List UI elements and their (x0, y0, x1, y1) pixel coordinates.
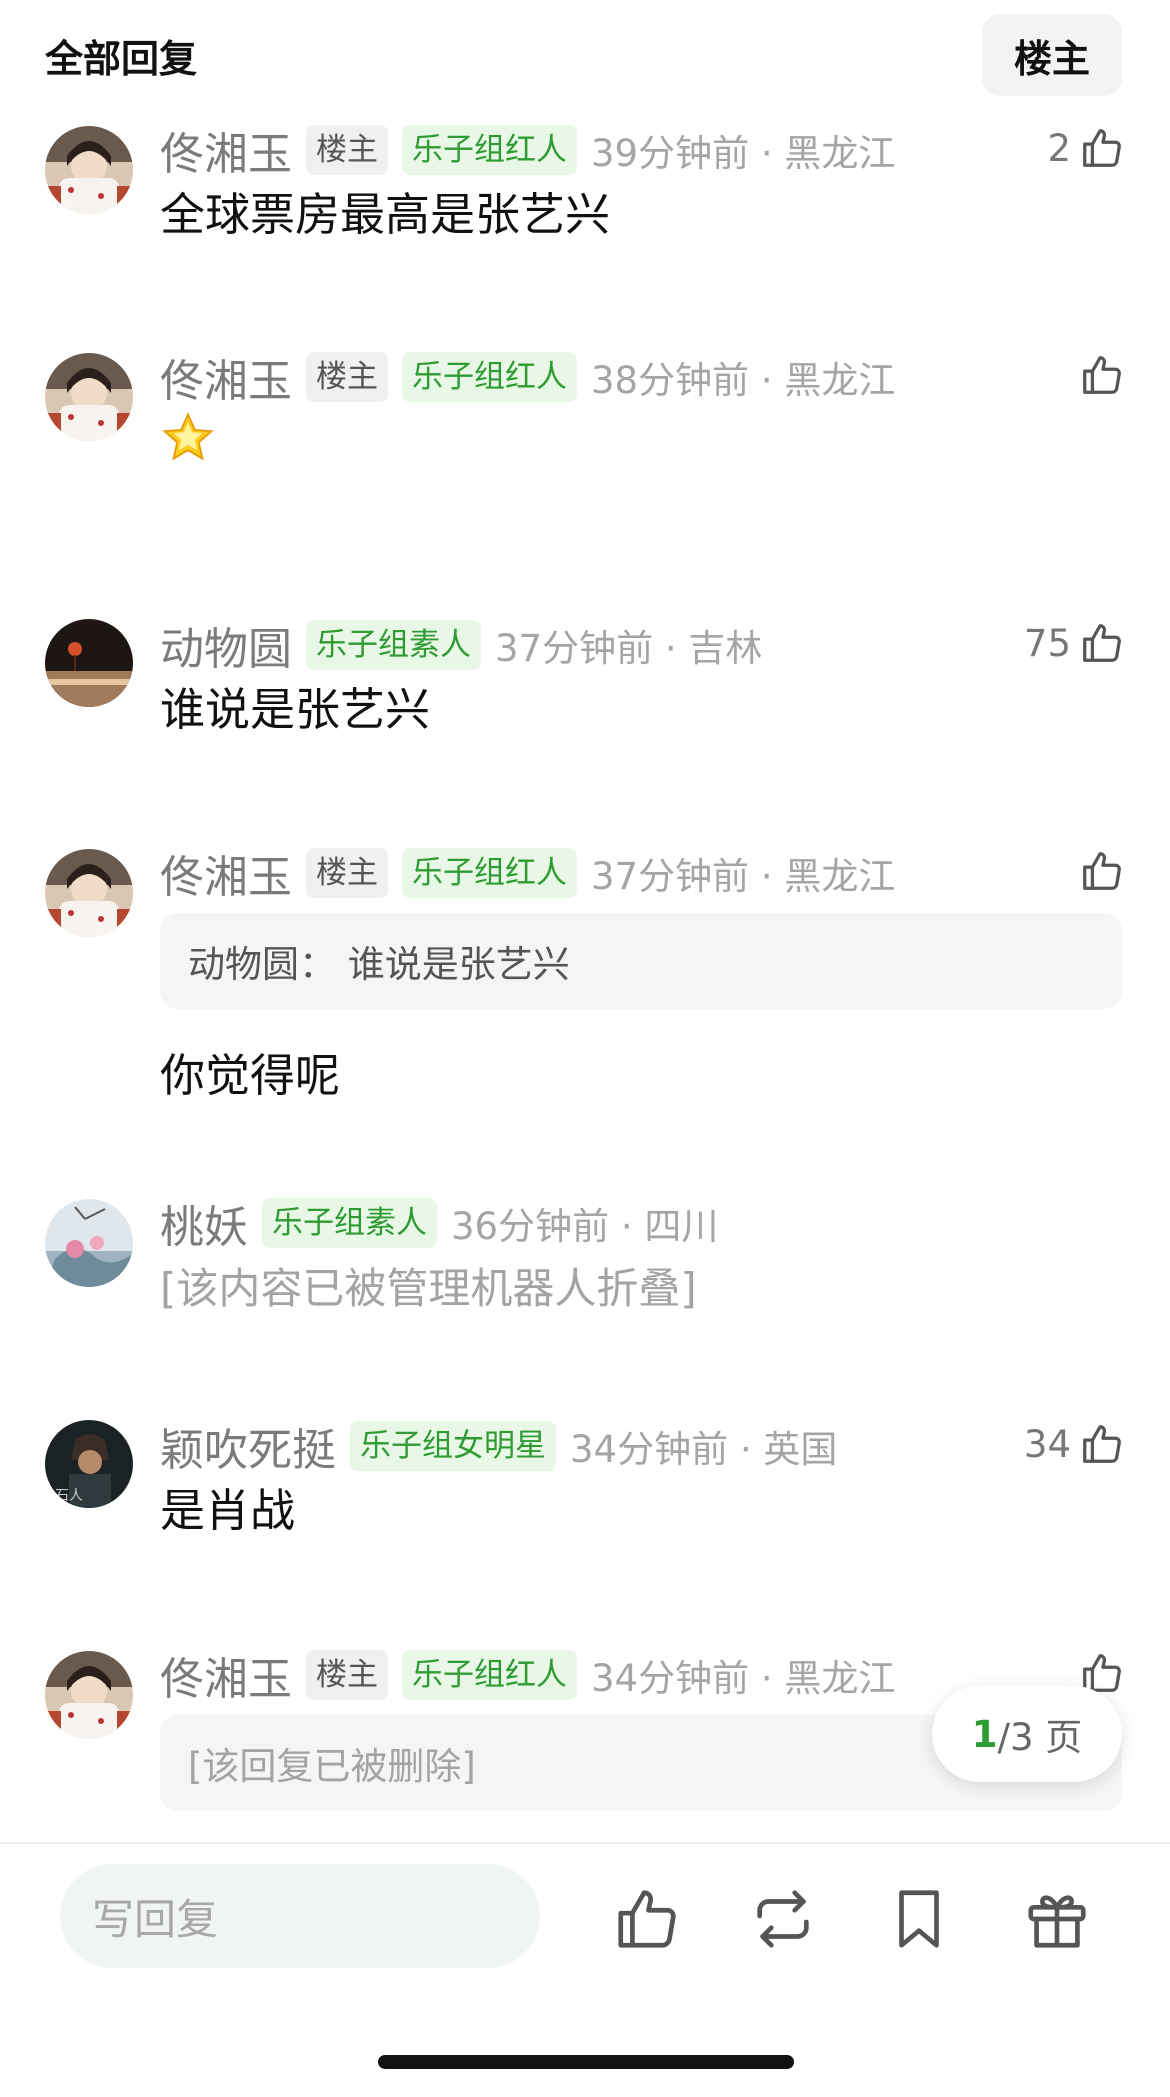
comment-text: 全球票房最高是张艺兴 (160, 188, 611, 241)
comment-time: 37分钟前 · 吉林 (495, 627, 763, 670)
avatar[interactable]: 石人 (45, 1420, 133, 1508)
avatar[interactable] (45, 353, 133, 441)
like-button[interactable]: 75 (1024, 615, 1125, 671)
avatar[interactable] (45, 1651, 133, 1739)
like-button[interactable]: 2 (1047, 120, 1125, 176)
op-only-filter-button[interactable]: 楼主 (982, 14, 1122, 96)
like-button[interactable] (1079, 843, 1125, 899)
comment-text: 谁说是张艺兴 (160, 683, 431, 736)
avatar[interactable] (45, 1199, 133, 1287)
comment-item: 石人 颖吹死挺 乐子组女明星 34分钟前 · 英国 34 是肖战 (0, 1416, 1170, 1537)
home-indicator (378, 2055, 794, 2069)
bookmark-icon[interactable] (884, 1884, 954, 1954)
thumbs-up-icon (1083, 1425, 1121, 1463)
comment-item: 桃妖 乐子组素人 36分钟前 · 四川 [该内容已被管理机器人折叠] (0, 1193, 1170, 1313)
comment-item: 佟湘玉 楼主 乐子组红人 37分钟前 · 黑龙江 动物圆： 谁说是张艺兴 你觉得… (0, 843, 1170, 1103)
username[interactable]: 佟湘玉 (160, 118, 292, 182)
group-badge: 乐子组红人 (402, 848, 577, 898)
avatar[interactable] (45, 849, 133, 937)
folded-content-notice[interactable]: [该内容已被管理机器人折叠] (160, 1255, 697, 1316)
thumbs-up-icon[interactable] (612, 1884, 682, 1954)
comment-time: 34分钟前 · 黑龙江 (591, 1657, 896, 1700)
comment-meta: 佟湘玉 楼主 乐子组红人 34分钟前 · 黑龙江 (160, 1647, 896, 1705)
like-button[interactable]: 34 (1024, 1416, 1125, 1472)
comment-time: 38分钟前 · 黑龙江 (591, 359, 896, 402)
op-badge: 楼主 (306, 1650, 388, 1700)
group-badge: 乐子组女明星 (350, 1421, 556, 1471)
op-badge: 楼主 (306, 125, 388, 175)
reply-input[interactable]: 写回复 (60, 1864, 540, 1968)
group-badge: 乐子组素人 (306, 620, 481, 670)
svg-text:石人: 石人 (55, 1488, 83, 1504)
comment-meta: 佟湘玉 楼主 乐子组红人 39分钟前 · 黑龙江 (160, 122, 896, 180)
comment-meta: 颖吹死挺 乐子组女明星 34分钟前 · 英国 (160, 1418, 838, 1476)
username[interactable]: 佟湘玉 (160, 841, 292, 905)
username[interactable]: 佟湘玉 (160, 1643, 292, 1707)
avatar[interactable] (45, 126, 133, 214)
thumbs-up-icon (1083, 852, 1121, 890)
like-button[interactable] (1079, 347, 1125, 403)
total-pages: /3 页 (997, 1716, 1083, 1759)
comment-meta: 动物圆 乐子组素人 37分钟前 · 吉林 (160, 617, 763, 675)
comment-emoji: 🌟 (160, 411, 216, 478)
comment-meta: 桃妖 乐子组素人 36分钟前 · 四川 (160, 1195, 719, 1253)
comment-time: 34分钟前 · 英国 (570, 1428, 838, 1471)
group-badge: 乐子组红人 (402, 352, 577, 402)
current-page: 1 (971, 1712, 998, 1756)
like-count: 34 (1023, 1422, 1071, 1466)
comment-item: 动物圆 乐子组素人 37分钟前 · 吉林 75 谁说是张艺兴 (0, 615, 1170, 736)
comment-time: 36分钟前 · 四川 (451, 1205, 719, 1248)
comment-item: 佟湘玉 楼主 乐子组红人 39分钟前 · 黑龙江 2 全球票房最高是张艺兴 (0, 120, 1170, 241)
username[interactable]: 动物圆 (160, 613, 292, 677)
comment-meta: 佟湘玉 楼主 乐子组红人 37分钟前 · 黑龙江 (160, 845, 896, 903)
op-badge: 楼主 (306, 352, 388, 402)
thumbs-up-icon (1083, 129, 1121, 167)
thumbs-up-icon (1083, 356, 1121, 394)
gift-icon[interactable] (1022, 1884, 1092, 1954)
comment-time: 37分钟前 · 黑龙江 (591, 855, 896, 898)
page-title: 全部回复 (45, 37, 198, 81)
avatar[interactable] (45, 619, 133, 707)
quoted-reply[interactable]: 动物圆： 谁说是张艺兴 (160, 913, 1122, 1009)
op-badge: 楼主 (306, 848, 388, 898)
glowing-star-icon (162, 412, 214, 461)
username[interactable]: 颖吹死挺 (160, 1414, 336, 1478)
comment-meta: 佟湘玉 楼主 乐子组红人 38分钟前 · 黑龙江 (160, 349, 896, 407)
group-badge: 乐子组红人 (402, 125, 577, 175)
header: 全部回复 楼主 (0, 0, 1170, 110)
username[interactable]: 桃妖 (160, 1191, 248, 1255)
comment-text: 你觉得呢 (160, 1049, 341, 1102)
page-indicator[interactable]: 1 /3 页 (932, 1686, 1122, 1782)
comment-text: 是肖战 (160, 1484, 296, 1537)
like-count: 75 (1023, 621, 1071, 665)
group-badge: 乐子组红人 (402, 1650, 577, 1700)
like-count: 2 (1047, 126, 1071, 170)
comment-time: 39分钟前 · 黑龙江 (591, 132, 896, 175)
username[interactable]: 佟湘玉 (160, 345, 292, 409)
group-badge: 乐子组素人 (262, 1198, 437, 1248)
comment-item: 佟湘玉 楼主 乐子组红人 38分钟前 · 黑龙江 🌟 (0, 347, 1170, 467)
thumbs-up-icon (1083, 624, 1121, 662)
repost-icon[interactable] (748, 1884, 818, 1954)
